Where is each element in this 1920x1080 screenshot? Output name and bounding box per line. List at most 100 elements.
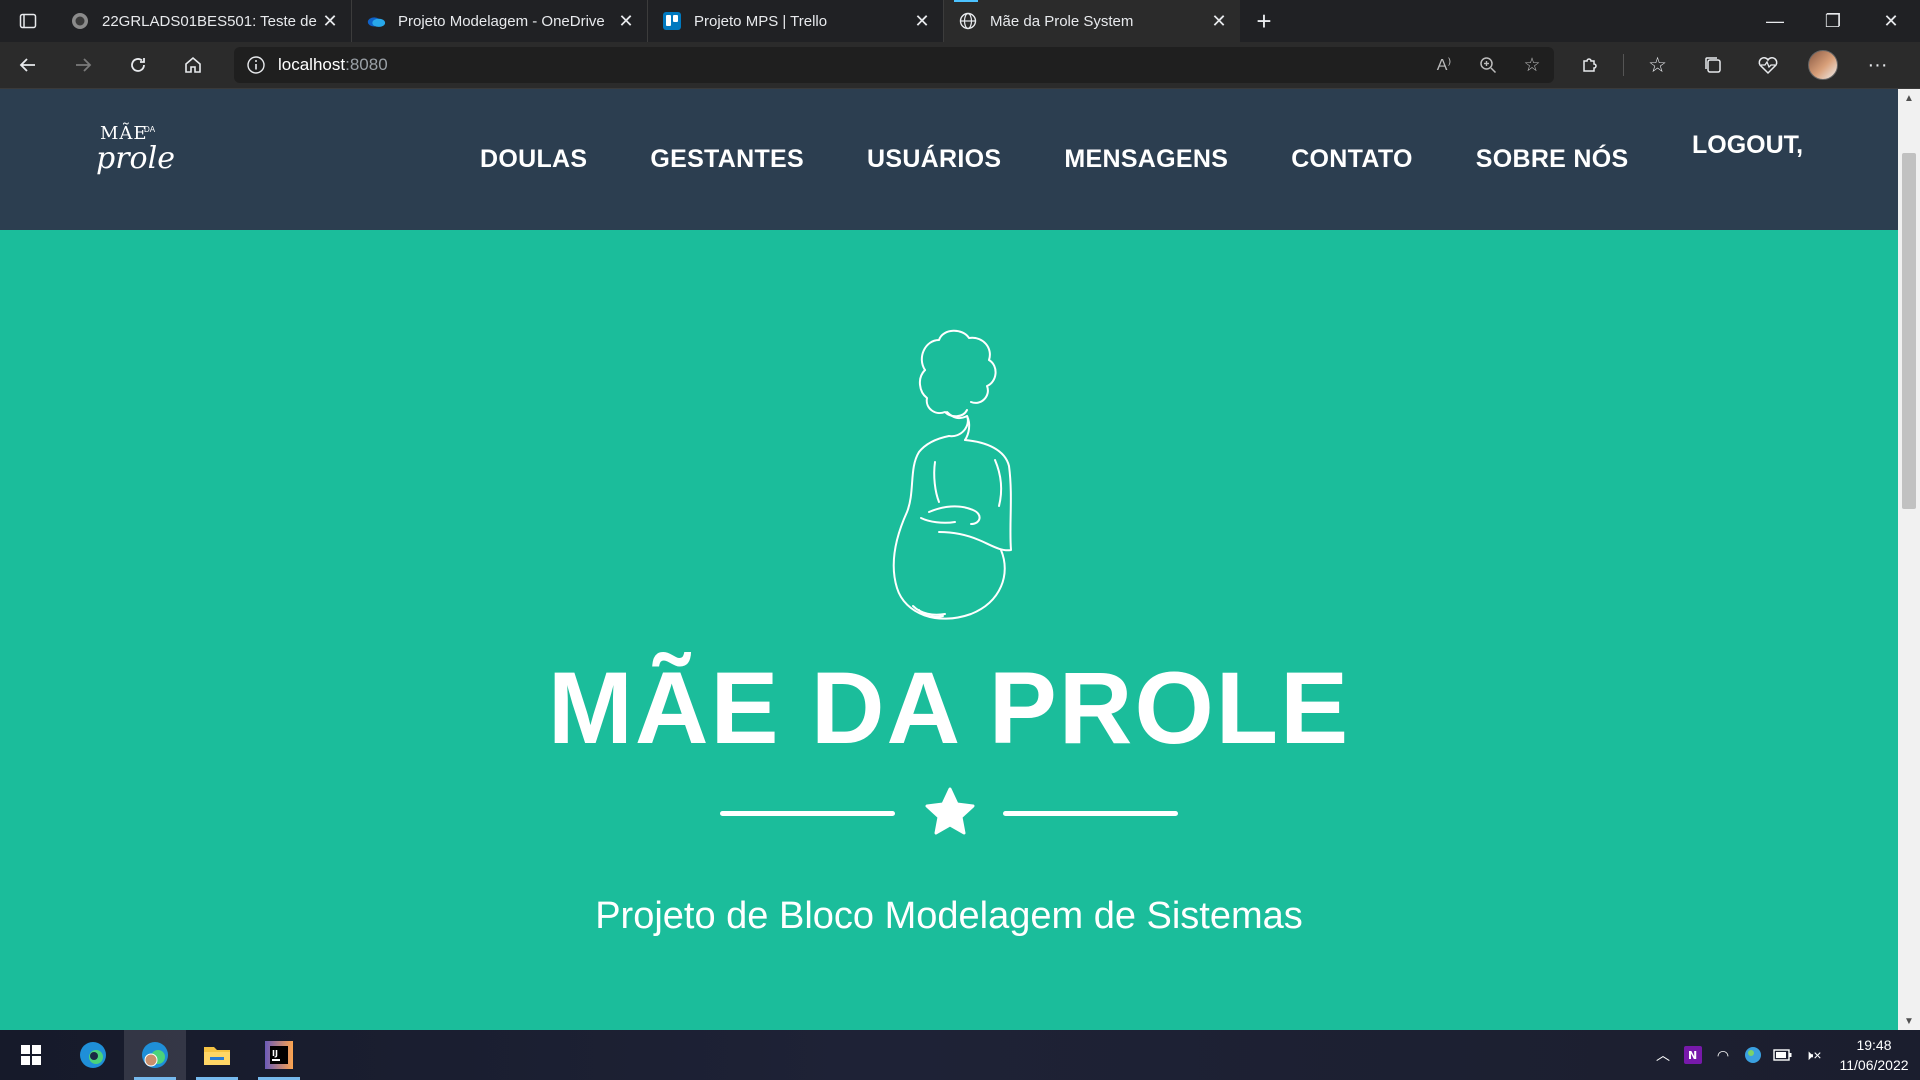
battery-tray-button[interactable]	[1768, 1030, 1798, 1080]
tab-close-icon[interactable]: ✕	[911, 10, 933, 32]
divider-line-left	[720, 811, 895, 816]
svg-text:N: N	[1688, 1049, 1697, 1062]
close-window-button[interactable]: ✕	[1862, 0, 1920, 42]
windows-taskbar: IJ ︿ N ◠ 🕨× 19:48 11/06/2022	[0, 1030, 1920, 1080]
taskbar-intellij[interactable]: IJ	[248, 1030, 310, 1080]
onedrive-icon	[366, 11, 386, 31]
volume-muted-icon: 🕨×	[1804, 1046, 1822, 1063]
profile-button[interactable]	[1795, 42, 1850, 88]
browser-tab-onedrive[interactable]: Projeto Modelagem - OneDrive ✕	[352, 0, 648, 42]
taskbar-file-explorer[interactable]	[186, 1030, 248, 1080]
nav-contato[interactable]: CONTATO	[1291, 145, 1413, 174]
home-icon	[184, 56, 201, 73]
nav-doulas[interactable]: DOULAS	[480, 145, 587, 174]
browser-tab-github[interactable]: 22GRLADS01BES501: Teste de Pe ✕	[56, 0, 352, 42]
main-nav: DOULAS GESTANTES USUÁRIOS MENSAGENS CONT…	[480, 145, 1691, 174]
chevron-up-icon: ︿	[1656, 1047, 1670, 1063]
tab-close-icon[interactable]: ✕	[615, 10, 637, 32]
onenote-tray-button[interactable]: N	[1678, 1030, 1708, 1080]
more-options-button[interactable]: ···	[1850, 42, 1905, 88]
favorites-button[interactable]: ☆	[1630, 42, 1685, 88]
onenote-icon: N	[1684, 1046, 1702, 1064]
site-logo[interactable]: MÃE DA prole	[96, 123, 176, 187]
window-controls: — ❐ ✕	[1746, 0, 1920, 42]
close-icon: ✕	[1883, 10, 1899, 31]
address-host: localhost	[278, 55, 346, 74]
globe-icon	[958, 11, 978, 31]
puzzle-icon	[1582, 58, 1597, 72]
windows-start-icon	[21, 1045, 41, 1065]
restore-button[interactable]: ❐	[1804, 0, 1862, 42]
favorites-icon: ☆	[1648, 53, 1667, 77]
zoom-button[interactable]	[1466, 47, 1510, 83]
github-icon	[70, 11, 90, 31]
zoom-icon	[1480, 57, 1497, 74]
intellij-icon: IJ	[265, 1041, 293, 1069]
edge-profile-icon	[142, 1042, 168, 1068]
globe-tray-button[interactable]	[1738, 1030, 1768, 1080]
taskbar-clock[interactable]: 19:48 11/06/2022	[1828, 1035, 1920, 1075]
avatar	[1807, 50, 1838, 80]
site-header: MÃE DA prole DOULAS GESTANTES USUÁRIOS M…	[0, 89, 1898, 230]
scroll-down-icon[interactable]: ▼	[1898, 1012, 1920, 1030]
tab-title: Mãe da Prole System	[990, 12, 1134, 30]
forward-button[interactable]	[55, 42, 110, 88]
nav-mensagens[interactable]: MENSAGENS	[1064, 145, 1228, 174]
tab-actions-button[interactable]	[0, 0, 56, 42]
tab-close-icon[interactable]: ✕	[1208, 10, 1230, 32]
volume-tray-button[interactable]: 🕨×	[1798, 1030, 1828, 1080]
browser-tab-trello[interactable]: Projeto MPS | Trello ✕	[648, 0, 944, 42]
add-favorite-button[interactable]: ☆	[1510, 47, 1554, 83]
nav-gestantes[interactable]: GESTANTES	[650, 145, 804, 174]
minimize-icon: —	[1766, 10, 1784, 31]
new-tab-button[interactable]: +	[1240, 0, 1288, 42]
network-tray-button[interactable]: ◠	[1708, 1030, 1738, 1080]
wifi-icon: ◠	[1716, 1046, 1730, 1063]
clock-date: 11/06/2022	[1839, 1057, 1909, 1073]
collections-icon	[1704, 57, 1721, 73]
collections-button[interactable]	[1685, 42, 1740, 88]
nav-usuarios[interactable]: USUÁRIOS	[867, 145, 1001, 174]
taskbar-edge-profile[interactable]	[124, 1030, 186, 1080]
back-button[interactable]	[0, 42, 55, 88]
star-divider	[720, 785, 1178, 845]
taskbar-edge[interactable]	[62, 1030, 124, 1080]
tab-close-icon[interactable]: ✕	[319, 10, 341, 32]
browser-essentials-button[interactable]	[1740, 42, 1795, 88]
logo-text-small: DA	[144, 125, 156, 134]
scroll-thumb[interactable]	[1902, 153, 1916, 509]
read-aloud-button[interactable]: A⁾	[1422, 47, 1466, 83]
toolbar-separator	[1623, 54, 1624, 76]
address-bar[interactable]: localhost:8080 A⁾ ☆	[234, 47, 1554, 83]
scroll-up-icon[interactable]: ▲	[1898, 89, 1920, 107]
home-button[interactable]	[165, 42, 220, 88]
pregnant-woman-illustration	[892, 329, 1012, 620]
arrow-left-icon	[19, 58, 35, 72]
reload-button[interactable]	[110, 42, 165, 88]
minimize-button[interactable]: —	[1746, 0, 1804, 42]
browser-tabbar: 22GRLADS01BES501: Teste de Pe ✕ Projeto …	[0, 0, 1920, 42]
restore-icon: ❐	[1824, 10, 1842, 31]
address-port: :8080	[345, 55, 388, 74]
tab-title: Projeto MPS | Trello	[694, 12, 828, 30]
browser-tab-mae-da-prole[interactable]: Mãe da Prole System ✕	[944, 0, 1240, 42]
battery-icon	[1773, 1049, 1792, 1061]
read-aloud-icon: A⁾	[1436, 57, 1452, 74]
trello-icon	[662, 11, 682, 31]
tab-title: 22GRLADS01BES501: Teste de Pe	[102, 12, 319, 30]
page-scrollbar[interactable]: ▲ ▼	[1898, 89, 1920, 1030]
reload-icon	[130, 58, 145, 72]
more-icon: ···	[1867, 53, 1888, 76]
show-hidden-icons-button[interactable]: ︿	[1648, 1030, 1678, 1080]
logout-link[interactable]: LOGOUT,	[1692, 131, 1803, 160]
plus-icon: +	[1256, 5, 1272, 36]
extensions-button[interactable]	[1562, 42, 1617, 88]
info-icon[interactable]	[234, 55, 278, 75]
system-tray: ︿ N ◠ 🕨× 19:48 11/06/2022	[1648, 1030, 1920, 1080]
file-explorer-icon	[204, 1047, 230, 1065]
start-button[interactable]	[0, 1030, 62, 1080]
hero-title: MÃE DA PROLE	[547, 651, 1351, 765]
nav-sobre-nos[interactable]: SOBRE NÓS	[1476, 145, 1629, 174]
hero-subtitle: Projeto de Bloco Modelagem de Sistemas	[595, 895, 1303, 937]
star-icon	[925, 787, 975, 835]
